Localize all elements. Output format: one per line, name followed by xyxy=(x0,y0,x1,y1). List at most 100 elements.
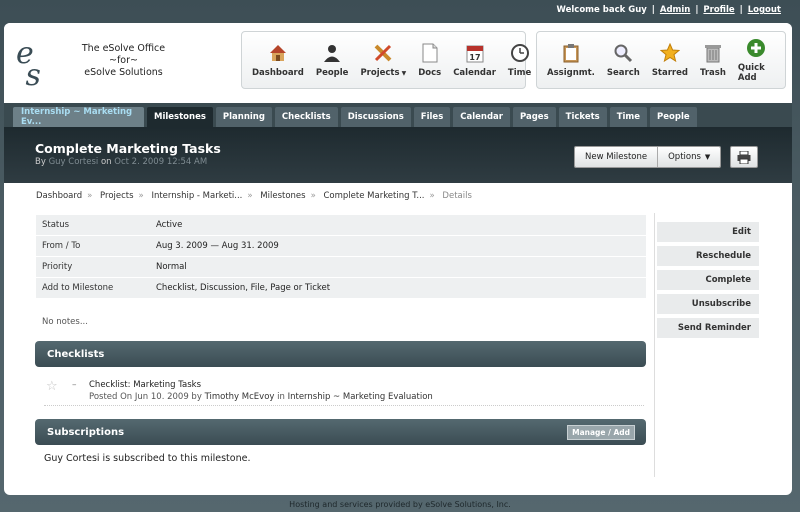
breadcrumb-project[interactable]: Internship - Marketi... xyxy=(151,191,242,201)
detail-label: Status xyxy=(42,220,70,230)
subscriptions-header: Subscriptions Manage / Add xyxy=(35,419,646,445)
profile-link[interactable]: Profile xyxy=(703,5,734,15)
created-date: Oct 2. 2009 12:54 AM xyxy=(114,157,208,167)
new-milestone-button[interactable]: New Milestone xyxy=(575,147,658,167)
posted-prefix: Posted On Jun 10. 2009 by xyxy=(89,392,202,402)
people-button[interactable]: People xyxy=(310,35,355,85)
detail-value: Normal xyxy=(156,262,187,272)
reschedule-button[interactable]: Reschedule xyxy=(657,246,759,266)
calendar-button[interactable]: 17 Calendar xyxy=(447,35,502,85)
admin-link[interactable]: Admin xyxy=(660,5,691,15)
checklists-header: Checklists xyxy=(35,341,646,367)
tab-time[interactable]: Time xyxy=(609,107,648,127)
checklist-author-link[interactable]: Timothy McEvoy xyxy=(205,392,275,402)
subscriptions-heading: Subscriptions xyxy=(47,426,125,438)
plus-icon xyxy=(745,37,767,59)
docs-label: Docs xyxy=(418,68,442,78)
detail-row-status: Status Active xyxy=(36,215,646,236)
people-icon xyxy=(321,42,343,64)
clock-icon xyxy=(509,42,531,64)
tab-project[interactable]: Internship ~ Marketing Ev... xyxy=(13,107,144,127)
tab-pages[interactable]: Pages xyxy=(512,107,556,127)
edit-button[interactable]: Edit xyxy=(657,222,759,242)
checklist-project-link[interactable]: Internship ~ Marketing Evaluation xyxy=(288,392,433,402)
author-link[interactable]: Guy Cortesi xyxy=(49,157,99,167)
org-line-1: The eSolve Office xyxy=(81,43,166,54)
people-label: People xyxy=(315,68,349,78)
tab-checklists[interactable]: Checklists xyxy=(274,107,338,127)
breadcrumb-milestones[interactable]: Milestones xyxy=(260,191,305,201)
item-dash: – xyxy=(72,380,77,390)
quick-add-button[interactable]: Quick Add xyxy=(732,35,781,85)
checklist-meta: Posted On Jun 10. 2009 by Timothy McEvoy… xyxy=(89,392,433,402)
tab-people[interactable]: People xyxy=(650,107,697,127)
calendar-icon-day: 17 xyxy=(469,53,480,62)
options-label: Options xyxy=(668,152,701,162)
house-icon xyxy=(267,42,289,64)
unsubscribe-button[interactable]: Unsubscribe xyxy=(657,294,759,314)
tools-icon xyxy=(372,42,394,64)
title-bar: Complete Marketing Tasks By Guy Cortesi … xyxy=(4,127,792,183)
trash-label: Trash xyxy=(699,68,726,78)
esolve-logo[interactable]: e s xyxy=(16,39,46,91)
tab-discussions[interactable]: Discussions xyxy=(340,107,411,127)
tab-milestones[interactable]: Milestones xyxy=(147,107,213,127)
breadcrumb-dashboard[interactable]: Dashboard xyxy=(36,191,82,201)
detail-row-priority: Priority Normal xyxy=(36,257,646,278)
document-icon xyxy=(419,42,441,64)
list-item: ☆ – Checklist: Marketing Tasks Posted On… xyxy=(44,378,644,406)
docs-button[interactable]: Docs xyxy=(412,35,447,85)
subscription-text: Guy Cortesi is subscribed to this milest… xyxy=(44,453,251,464)
printer-icon xyxy=(737,150,751,164)
magnifier-icon xyxy=(612,42,634,64)
tab-planning[interactable]: Planning xyxy=(215,107,272,127)
welcome-bar: Welcome back Guy | Admin | Profile | Log… xyxy=(556,5,781,15)
checklist-title-link[interactable]: Checklist: Marketing Tasks xyxy=(89,380,201,390)
detail-label: Add to Milestone xyxy=(42,283,114,293)
tab-tickets[interactable]: Tickets xyxy=(558,107,607,127)
projects-button[interactable]: Projects ▼ xyxy=(354,35,412,85)
detail-label: Priority xyxy=(42,262,73,272)
star-icon[interactable]: ☆ xyxy=(46,379,58,394)
calendar-icon: 17 xyxy=(464,42,486,64)
breadcrumb-milestone[interactable]: Complete Marketing T... xyxy=(323,191,424,201)
time-label: Time xyxy=(507,68,532,78)
search-label: Search xyxy=(606,68,640,78)
org-name: The eSolve Office ~for~ eSolve Solutions xyxy=(66,43,181,79)
star-icon xyxy=(659,42,681,64)
breadcrumb-projects[interactable]: Projects xyxy=(100,191,134,201)
on-label: on xyxy=(100,157,112,167)
calendar-label: Calendar xyxy=(453,68,496,78)
dashboard-button[interactable]: Dashboard xyxy=(246,35,310,85)
detail-value: Active xyxy=(156,220,183,230)
page-title: Complete Marketing Tasks xyxy=(35,141,221,156)
chevron-down-icon: ▼ xyxy=(704,153,711,161)
time-button[interactable]: Time xyxy=(502,35,537,85)
header: e s The eSolve Office ~for~ eSolve Solut… xyxy=(4,23,792,100)
search-button[interactable]: Search xyxy=(601,35,646,85)
starred-button[interactable]: Starred xyxy=(646,35,694,85)
clipboard-icon xyxy=(560,42,582,64)
by-label: By xyxy=(35,157,46,167)
tab-calendar[interactable]: Calendar xyxy=(453,107,510,127)
action-buttons: New Milestone Options ▼ xyxy=(574,146,722,168)
send-reminder-button[interactable]: Send Reminder xyxy=(657,318,759,338)
quick-add-label: Quick Add xyxy=(737,63,765,83)
notes-text: No notes... xyxy=(42,317,88,327)
detail-value[interactable]: Checklist, Discussion, File, Page or Tic… xyxy=(156,283,330,293)
projects-label: Projects ▼ xyxy=(360,68,407,78)
tab-files[interactable]: Files xyxy=(413,107,451,127)
options-button[interactable]: Options ▼ xyxy=(657,147,721,167)
assignments-button[interactable]: Assignmt. xyxy=(541,35,601,85)
assignments-label: Assignmt. xyxy=(547,68,595,78)
chevron-down-icon: ▼ xyxy=(401,70,407,77)
manage-add-button[interactable]: Manage / Add xyxy=(567,425,635,440)
detail-row-dates: From / To Aug 3. 2009 — Aug 31. 2009 xyxy=(36,236,646,257)
complete-button[interactable]: Complete xyxy=(657,270,759,290)
sidebar-actions: Edit Reschedule Complete Unsubscribe Sen… xyxy=(654,213,792,477)
logout-link[interactable]: Logout xyxy=(748,5,781,15)
trash-button[interactable]: Trash xyxy=(694,35,732,85)
print-button[interactable] xyxy=(730,146,758,168)
detail-row-add: Add to Milestone Checklist, Discussion, … xyxy=(36,278,646,299)
secondary-toolbar: Assignmt. Search Starred Trash Quick Add xyxy=(536,31,786,89)
